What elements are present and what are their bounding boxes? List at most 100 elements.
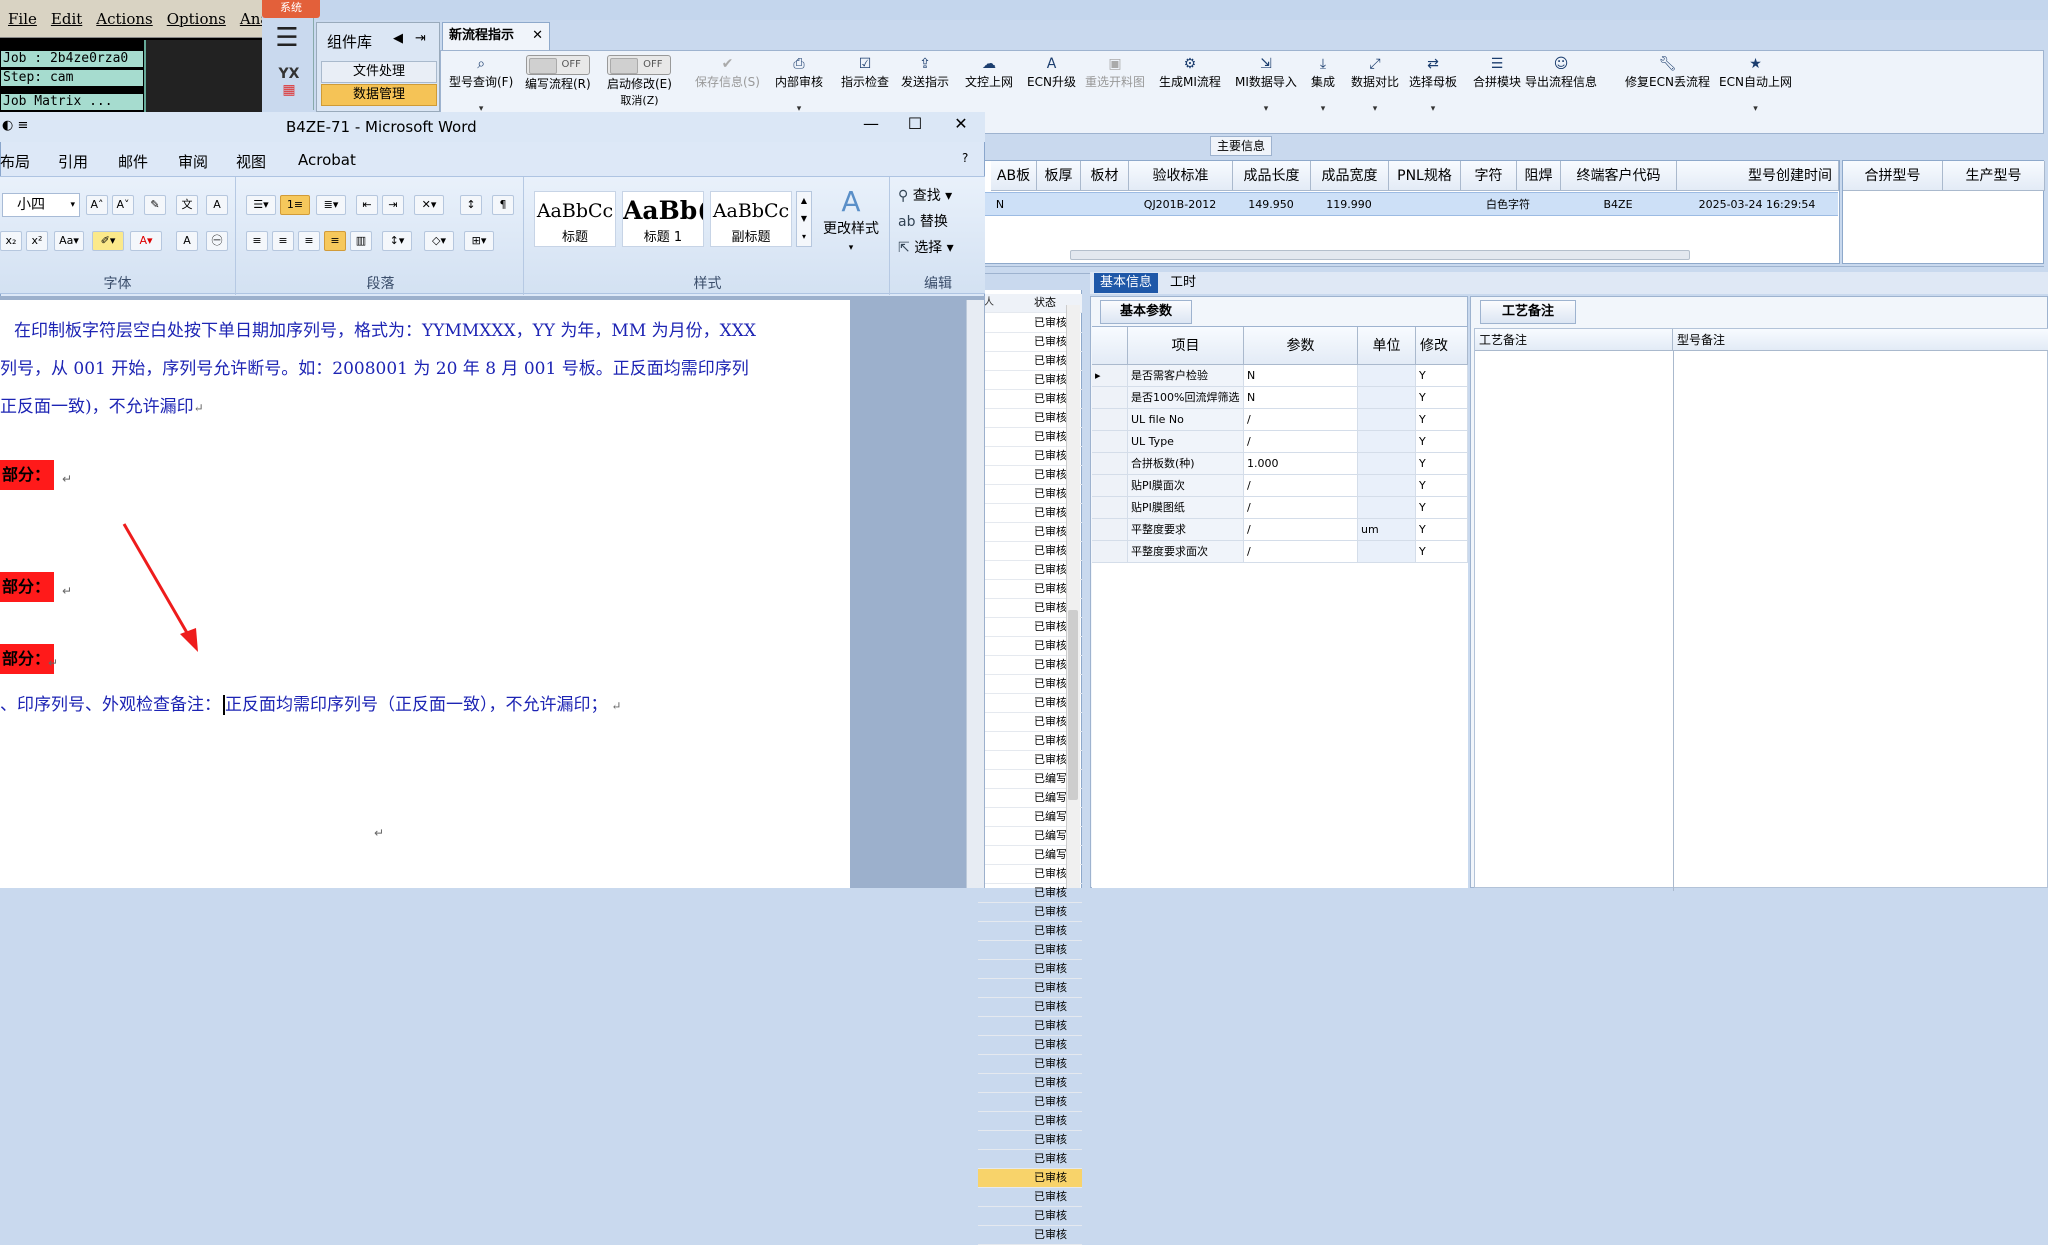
- model-query-button[interactable]: ⌕ 型号查询(F) ▾: [449, 55, 513, 114]
- borders-icon[interactable]: ⊞▾: [464, 231, 494, 251]
- list-item[interactable]: 已审核: [978, 1169, 1082, 1188]
- col-header-combine-model[interactable]: 合拼型号: [1843, 161, 1943, 191]
- param-value[interactable]: /: [1244, 519, 1358, 540]
- pin-icon[interactable]: ⇥: [415, 31, 426, 46]
- col-header-production-model[interactable]: 生产型号: [1943, 161, 2045, 191]
- chevron-left-icon[interactable]: ◀: [393, 31, 403, 46]
- superscript-icon[interactable]: x²: [26, 231, 48, 251]
- shrink-font-icon[interactable]: A˅: [112, 195, 134, 215]
- hamburger-menu-icon[interactable]: ☰: [270, 25, 304, 52]
- justify-icon[interactable]: ≡: [324, 231, 346, 251]
- help-icon[interactable]: ?: [962, 151, 968, 165]
- tab-work-hours[interactable]: 工时: [1164, 273, 1202, 293]
- save-info-button[interactable]: ✔ 保存信息(S): [695, 55, 760, 90]
- list-item[interactable]: 已审核: [978, 960, 1082, 979]
- list-item[interactable]: 已审核: [978, 1017, 1082, 1036]
- font-size-select[interactable]: 小四 ▾: [2, 193, 80, 217]
- style-title[interactable]: AaBbCc 标题: [534, 191, 616, 247]
- list-item[interactable]: 已审核: [978, 1055, 1082, 1074]
- param-value[interactable]: /: [1244, 541, 1358, 562]
- lib-item-file-processing[interactable]: 文件处理: [321, 61, 437, 83]
- clear-format-icon[interactable]: ✎: [144, 195, 166, 215]
- tab-review[interactable]: 审阅: [178, 151, 208, 172]
- grow-font-icon[interactable]: A˄: [86, 195, 108, 215]
- col-header-length[interactable]: 成品长度: [1233, 161, 1311, 191]
- change-case-icon[interactable]: Aa▾: [54, 231, 84, 251]
- col-header-ab[interactable]: AB板: [991, 161, 1037, 191]
- change-styles-button[interactable]: A 更改样式 ▾: [816, 185, 886, 255]
- table-row[interactable]: UL file No / Y: [1092, 409, 1468, 431]
- line-spacing-icon[interactable]: ↕▾: [382, 231, 412, 251]
- col-header-process-notes[interactable]: 工艺备注: [1475, 329, 1673, 351]
- list-item[interactable]: 已审核: [978, 1131, 1082, 1150]
- integrate-button[interactable]: ⤓ 集成 ▾: [1311, 55, 1335, 114]
- cam-menu-edit[interactable]: Edit: [51, 10, 82, 28]
- close-icon[interactable]: ✕: [946, 114, 976, 133]
- lib-item-data-management[interactable]: 数据管理: [321, 84, 437, 106]
- param-value[interactable]: /: [1244, 431, 1358, 452]
- maximize-icon[interactable]: ☐: [900, 114, 930, 133]
- list-item[interactable]: 已审核: [978, 979, 1082, 998]
- combine-module-button[interactable]: ☰ 合拼模块: [1473, 55, 1521, 90]
- table-row[interactable]: 贴PI膜图纸 / Y: [1092, 497, 1468, 519]
- subscript-icon[interactable]: x₂: [0, 231, 22, 251]
- reselect-cutting-button[interactable]: ▣ 重选开料图: [1085, 55, 1145, 90]
- align-center-icon[interactable]: ≡: [272, 231, 294, 251]
- col-header-width[interactable]: 成品宽度: [1311, 161, 1389, 191]
- list-item[interactable]: 已审核: [978, 1226, 1082, 1245]
- cam-menu-file[interactable]: File: [8, 10, 37, 28]
- ecn-auto-online-button[interactable]: ★ ECN自动上网 ▾: [1719, 55, 1792, 114]
- shading-icon[interactable]: ◇▾: [424, 231, 454, 251]
- qat-icon[interactable]: ◐ ≡: [2, 118, 28, 133]
- col-header-char[interactable]: 字符: [1461, 161, 1517, 191]
- export-process-info-button[interactable]: ☺ 导出流程信息: [1525, 55, 1597, 90]
- list-item[interactable]: 已审核: [978, 998, 1082, 1017]
- write-process-toggle[interactable]: OFF 编写流程(R): [525, 55, 591, 92]
- table-row[interactable]: 合拼板数(种) 1.000 Y: [1092, 453, 1468, 475]
- minimize-icon[interactable]: —: [856, 114, 886, 133]
- tab-layout[interactable]: 布局: [0, 151, 30, 172]
- doc-control-online-button[interactable]: ☁ 文控上网: [965, 55, 1013, 90]
- internal-review-button[interactable]: ⎙ 内部审核 ▾: [775, 55, 823, 114]
- list-item[interactable]: 已审核: [978, 903, 1082, 922]
- col-header-soldermask[interactable]: 阻焊: [1517, 161, 1561, 191]
- enclose-char-icon[interactable]: ㊀: [206, 231, 228, 251]
- document-vertical-scrollbar[interactable]: [966, 300, 984, 888]
- list-item[interactable]: 已审核: [978, 1207, 1082, 1226]
- col-header-model-notes[interactable]: 型号备注: [1673, 329, 2048, 351]
- param-value[interactable]: /: [1244, 409, 1358, 430]
- col-header-value[interactable]: 参数: [1244, 327, 1358, 365]
- bullets-icon[interactable]: ☰▾: [246, 195, 276, 215]
- instruction-check-button[interactable]: ☑ 指示检查: [841, 55, 889, 90]
- col-header-pnl[interactable]: PNL规格: [1389, 161, 1461, 191]
- table-row[interactable]: 平整度要求 / um Y: [1092, 519, 1468, 541]
- fix-ecn-process-button[interactable]: 🔧︎ 修复ECN丢流程: [1625, 55, 1710, 90]
- mi-data-import-button[interactable]: ⇲ MI数据导入 ▾: [1235, 55, 1297, 114]
- align-left-icon[interactable]: ≡: [246, 231, 268, 251]
- table-row[interactable]: ▸ 是否需客户检验 N Y: [1092, 365, 1468, 387]
- font-color-icon[interactable]: A▾: [130, 231, 162, 251]
- sort-icon[interactable]: ↕: [460, 195, 482, 215]
- col-header-created[interactable]: 型号创建时间: [1677, 161, 1839, 191]
- tab-view[interactable]: 视图: [236, 151, 266, 172]
- select-button[interactable]: ⇱ 选择 ▾: [898, 237, 954, 257]
- char-shading-icon[interactable]: A: [176, 231, 198, 251]
- horizontal-scrollbar[interactable]: [1070, 250, 1690, 260]
- col-header-modify[interactable]: 修改: [1416, 327, 1468, 365]
- highlight-icon[interactable]: ✐▾: [92, 231, 124, 251]
- phonetic-icon[interactable]: 文: [176, 195, 198, 215]
- param-value[interactable]: /: [1244, 497, 1358, 518]
- find-button[interactable]: ⚲ 查找 ▾: [898, 185, 952, 205]
- tab-new-process-instruction[interactable]: 新流程指示 ✕: [442, 22, 550, 50]
- tab-acrobat[interactable]: Acrobat: [298, 151, 356, 169]
- style-subtitle[interactable]: AaBbCc 副标题: [710, 191, 792, 247]
- list-item[interactable]: 已审核: [978, 1112, 1082, 1131]
- asian-layout-icon[interactable]: ✕▾: [414, 195, 444, 215]
- list-item[interactable]: 已审核: [978, 941, 1082, 960]
- col-header-material[interactable]: 板材: [1081, 161, 1129, 191]
- close-tab-icon[interactable]: ✕: [532, 23, 543, 49]
- numbering-icon[interactable]: 1≡: [280, 195, 310, 215]
- list-item[interactable]: 已审核: [978, 1036, 1082, 1055]
- scrollbar-thumb[interactable]: [1068, 610, 1078, 800]
- tab-basic-params[interactable]: 基本参数: [1100, 300, 1192, 324]
